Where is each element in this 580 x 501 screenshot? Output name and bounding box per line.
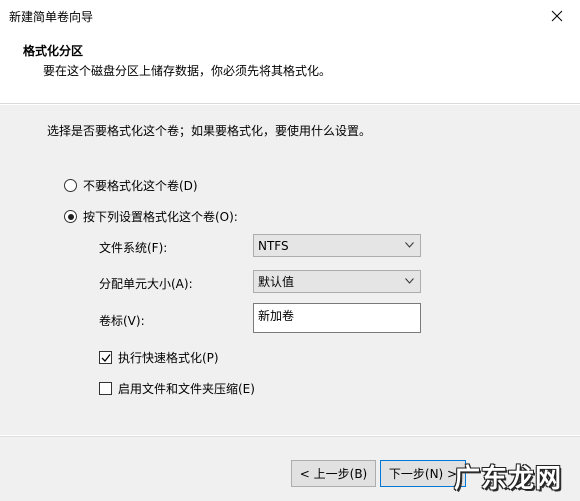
radio-format-circle[interactable] — [64, 210, 77, 223]
page-title: 格式化分区 — [23, 44, 84, 58]
page-subtitle: 要在这个磁盘分区上储存数据，你必须先将其格式化。 — [43, 64, 332, 78]
wizard-header: 格式化分区 要在这个磁盘分区上储存数据，你必须先将其格式化。 — [0, 32, 580, 104]
window-title: 新建简单卷向导 — [9, 10, 94, 24]
alloc-size-select[interactable]: 默认值 — [253, 270, 421, 293]
chevron-down-icon — [405, 242, 414, 248]
filesystem-value: NTFS — [258, 238, 289, 253]
back-button[interactable]: < 上一步(B) — [291, 460, 376, 487]
quick-format-option[interactable]: 执行快速格式化(P) — [99, 349, 219, 366]
compression-label: 启用文件和文件夹压缩(E) — [118, 382, 255, 396]
radio-format-label: 按下列设置格式化这个卷(O): — [83, 210, 238, 224]
chevron-down-icon — [405, 278, 414, 284]
quick-format-checkbox[interactable] — [99, 351, 112, 364]
checkmark-icon — [101, 354, 111, 362]
filesystem-label: 文件系统(F): — [99, 241, 168, 255]
alloc-size-label: 分配单元大小(A): — [99, 277, 193, 291]
title-bar: 新建简单卷向导 — [0, 0, 580, 32]
radio-no-format-circle[interactable] — [64, 179, 77, 192]
filesystem-select[interactable]: NTFS — [253, 234, 421, 257]
volume-label-label: 卷标(V): — [99, 314, 145, 328]
instruction-text: 选择是否要格式化这个卷；如果要格式化，要使用什么设置。 — [47, 124, 372, 138]
radio-format[interactable]: 按下列设置格式化这个卷(O): — [64, 208, 238, 225]
radio-no-format-label: 不要格式化这个卷(D) — [83, 179, 198, 193]
watermark-logo: 广东龙网 — [453, 463, 562, 494]
close-icon — [551, 10, 563, 22]
wizard-content: 选择是否要格式化这个卷；如果要格式化，要使用什么设置。 不要格式化这个卷(D) … — [0, 105, 580, 435]
radio-no-format[interactable]: 不要格式化这个卷(D) — [64, 177, 198, 194]
compression-option[interactable]: 启用文件和文件夹压缩(E) — [99, 380, 255, 397]
close-button[interactable] — [534, 0, 580, 32]
compression-checkbox[interactable] — [99, 382, 112, 395]
alloc-size-value: 默认值 — [258, 275, 295, 289]
volume-label-input[interactable]: 新加卷 — [253, 303, 421, 333]
quick-format-label: 执行快速格式化(P) — [118, 351, 219, 365]
